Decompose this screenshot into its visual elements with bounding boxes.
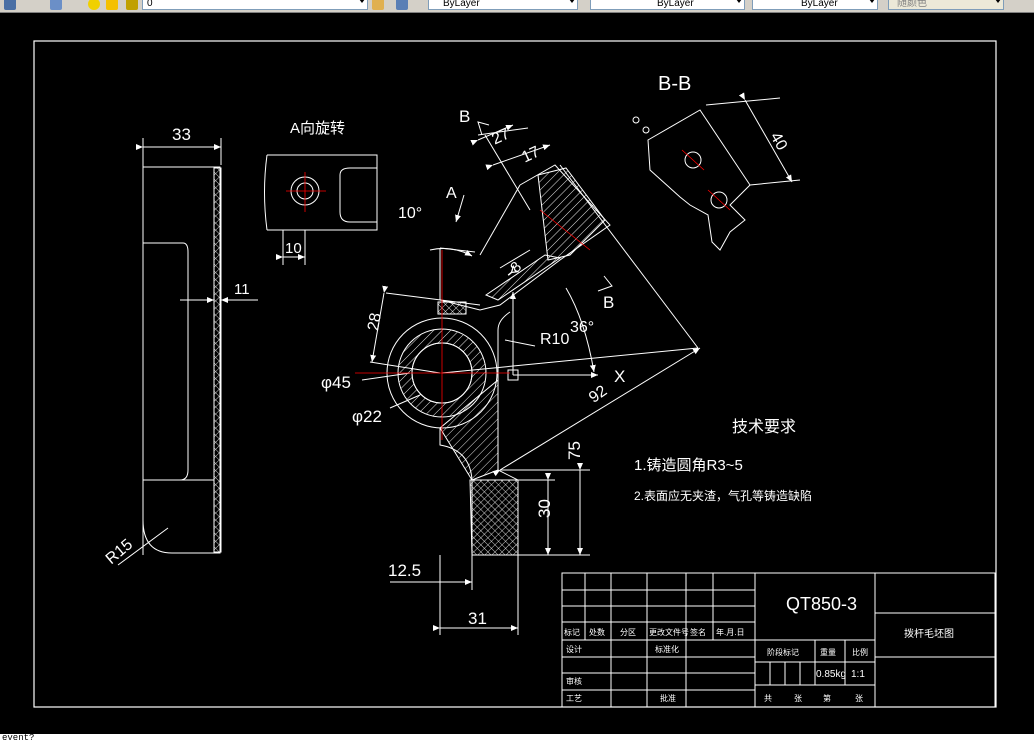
title-process: 工艺 xyxy=(566,694,582,703)
lightbulb-icon[interactable] xyxy=(88,0,100,10)
dim-11: 11 xyxy=(234,281,250,298)
title-stage-mark: 阶段标记 xyxy=(767,647,799,657)
plotstyle-dropdown[interactable]: 随颜色 xyxy=(888,0,1004,10)
title-scale-value: 1:1 xyxy=(851,669,865,680)
axis-x-label: X xyxy=(614,367,625,386)
lock-icon[interactable] xyxy=(126,0,138,10)
title-row-label-5: 签名 xyxy=(690,627,706,637)
title-sheet-no: 第 xyxy=(823,693,831,703)
main-view xyxy=(361,121,701,635)
lineweight-value: ByLayer xyxy=(801,0,838,9)
linetype-dropdown[interactable]: ByLayer xyxy=(590,0,745,10)
chevron-down-icon xyxy=(359,0,365,3)
notes-item-2: 2.表面应无夹渣，气孔等铸造缺陷 xyxy=(634,488,812,503)
view-arrow-a: A xyxy=(446,185,457,202)
title-review: 审核 xyxy=(566,676,582,686)
dim-12-5: 12.5 xyxy=(388,561,421,580)
title-part-name: 拨杆毛坯图 xyxy=(904,627,954,640)
dim-30: 30 xyxy=(535,499,554,518)
dim-27: 27 xyxy=(489,125,512,148)
dim-31: 31 xyxy=(468,609,487,628)
sun-icon[interactable] xyxy=(106,0,118,10)
drawing-canvas[interactable]: 33 11 R15 A向旋转 10 B-B 40 A B B X Y 10° 2… xyxy=(0,12,1034,734)
command-line-text: event? xyxy=(2,734,35,743)
color-value: ByLayer xyxy=(443,0,480,9)
chevron-down-icon xyxy=(995,0,1001,3)
dim-28: 28 xyxy=(365,312,385,333)
dim-33: 33 xyxy=(172,125,191,144)
section-bb xyxy=(632,92,801,251)
view-a xyxy=(264,154,378,265)
section-mark-b-bottom: B xyxy=(603,293,614,312)
chevron-down-icon xyxy=(869,0,875,3)
title-standard: 标准化 xyxy=(655,644,679,654)
dim-10: 10 xyxy=(285,240,302,257)
dim-10deg: 10° xyxy=(398,205,422,222)
make-current-layer-icon[interactable] xyxy=(372,0,384,10)
title-weight-value: 0.85kg xyxy=(816,669,846,680)
layer-manager-icon[interactable] xyxy=(4,0,16,10)
title-row-label-2: 处数 xyxy=(589,627,605,637)
title-approve: 批准 xyxy=(660,693,676,703)
dim-92: 92 xyxy=(586,382,610,406)
dim-phi45: φ45 xyxy=(321,373,351,392)
layer-value: 0 xyxy=(147,0,153,9)
lineweight-dropdown[interactable]: ByLayer xyxy=(752,0,878,10)
title-row-label-4: 更改文件号 xyxy=(649,627,689,637)
dim-36deg: 36° xyxy=(570,319,594,336)
color-dropdown[interactable]: ByLayer xyxy=(428,0,578,10)
notes-item-1: 1.铸造圆角R3~5 xyxy=(634,457,743,474)
dim-r15: R15 xyxy=(103,536,136,568)
title-row-label-3: 分区 xyxy=(620,628,636,637)
linetype-value: ByLayer xyxy=(657,0,694,9)
chevron-down-icon xyxy=(569,0,575,3)
title-row-label-1: 标记 xyxy=(564,627,580,637)
title-design: 设计 xyxy=(566,644,582,654)
layer-dropdown[interactable]: 0 xyxy=(142,0,368,10)
layer-state-icon[interactable] xyxy=(50,0,62,10)
dim-r10: R10 xyxy=(540,331,569,348)
notes-title: 技术要求 xyxy=(732,418,796,436)
chevron-down-icon xyxy=(736,0,742,3)
command-line[interactable]: event? xyxy=(0,734,1034,743)
title-sheet-label-2: 张 xyxy=(855,694,863,703)
dim-phi22: φ22 xyxy=(352,407,382,426)
section-mark-b-top: B xyxy=(459,107,470,126)
title-scale: 比例 xyxy=(852,647,868,657)
view-a-title: A向旋转 xyxy=(290,120,345,137)
title-material: QT850-3 xyxy=(786,594,857,614)
dim-40: 40 xyxy=(767,130,791,154)
side-view xyxy=(117,138,258,566)
section-bb-title: B-B xyxy=(658,73,691,95)
dim-17: 17 xyxy=(519,143,542,166)
title-row-label-6: 年.月.日 xyxy=(716,627,744,637)
dim-75: 75 xyxy=(565,441,584,460)
title-sheet-total: 共 xyxy=(764,694,772,703)
title-block xyxy=(561,572,996,708)
plotstyle-value: 随颜色 xyxy=(897,0,927,9)
title-sheet-label: 张 xyxy=(794,694,802,703)
layer-previous-icon[interactable] xyxy=(396,0,408,10)
title-weight: 重量 xyxy=(820,647,836,657)
